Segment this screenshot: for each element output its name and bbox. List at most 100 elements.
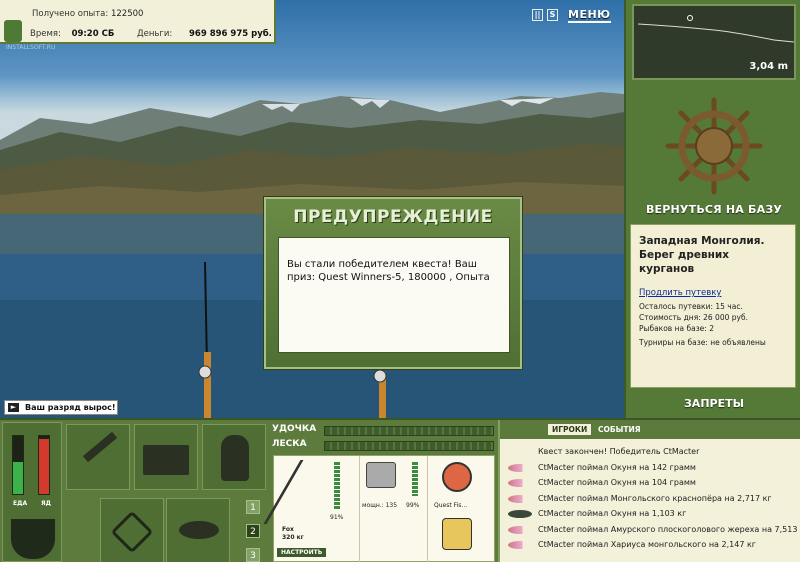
- money-label: Деньги:: [137, 29, 173, 39]
- event-text: CtMacter поймал Монгольского краснопёра …: [538, 493, 772, 503]
- fish-icon: [508, 541, 532, 549]
- bans-button[interactable]: ЗАПРЕТЫ: [626, 397, 800, 410]
- dialog-title: ПРЕДУПРЕЖДЕНИЕ: [293, 207, 493, 227]
- sound-icon[interactable]: S: [547, 9, 558, 21]
- day-cost: Стоимость дня: 26 000 руб.: [639, 313, 748, 322]
- line-slot[interactable]: Quest Fis...: [428, 456, 496, 562]
- lure-image[interactable]: [442, 518, 472, 550]
- poison-level: [39, 438, 49, 494]
- location-info: Западная Монголия. Берег древних кургано…: [630, 224, 796, 388]
- status-cell: ЕДА ЯД: [2, 422, 62, 562]
- experience-value: 122500: [110, 9, 144, 19]
- lock-icon[interactable]: [4, 20, 22, 42]
- experience-label: Получено опыта:: [32, 9, 109, 19]
- time-label: Время:: [30, 29, 61, 39]
- location-title: Западная Монголия. Берег древних кургано…: [639, 235, 765, 275]
- page-1-button[interactable]: 1: [246, 500, 260, 514]
- rank-up-label: Ваш разряд вырос!: [25, 403, 116, 412]
- tackle-box-icon: [143, 445, 189, 475]
- rod-tension: УДОЧКА: [272, 424, 494, 437]
- reel-slot[interactable]: мощн.: 135 99%: [360, 456, 428, 562]
- rod-line-status: УДОЧКА ЛЕСКА: [272, 424, 494, 454]
- event-text: CtMacter поймал Окуня на 1,103 кг: [538, 509, 687, 518]
- fish-icon: [508, 494, 532, 503]
- rod-condition-bar: [334, 462, 340, 510]
- game-screen: INSTALLSOFT.RU Получено опыта: 122500 Вр…: [0, 0, 800, 562]
- tab-players[interactable]: ИГРОКИ: [548, 424, 592, 435]
- fish-icon: [508, 510, 532, 518]
- fish-icon: [508, 525, 532, 534]
- fish-icon: [179, 521, 219, 539]
- fish-icon: [508, 479, 532, 487]
- arrow-right-icon: ►: [8, 403, 19, 412]
- tab-events[interactable]: СОБЫТИЯ: [598, 425, 641, 434]
- fork-knife-icon: [110, 510, 154, 554]
- depth-chart: 3,04 m: [632, 4, 796, 80]
- watermark: INSTALLSOFT.RU: [6, 44, 56, 51]
- event-line: Квест закончен! Победитель CtMacter: [500, 444, 800, 460]
- rod-slot[interactable]: 91% Fox 320 кг НАСТРОИТЬ: [263, 456, 360, 562]
- anglers-count: Рыбаков на базе: 2: [639, 324, 714, 333]
- fish-cell[interactable]: [166, 498, 230, 562]
- rod-name: Fox: [282, 526, 294, 533]
- rod-tool-cell[interactable]: [66, 424, 130, 490]
- dialog-message: Вы стали победителем квеста! Ваш приз: Q…: [278, 237, 510, 353]
- angler-cell[interactable]: [202, 424, 266, 490]
- cauldron-icon[interactable]: [11, 519, 55, 559]
- event-text: Квест закончен! Победитель CtMacter: [538, 447, 700, 456]
- setup-button[interactable]: НАСТРОИТЬ: [277, 548, 327, 557]
- tournaments: Турниры на базе: не объявлены: [639, 338, 766, 347]
- line-label: ЛЕСКА: [272, 439, 307, 449]
- line-tension-bar: [324, 441, 494, 451]
- reel-percent: 99%: [406, 502, 420, 509]
- experience-row: Получено опыта: 122500: [32, 9, 143, 19]
- fish-icon: [508, 463, 532, 472]
- event-text: CtMacter поймал Амурского плоскоголового…: [538, 524, 800, 534]
- rod-percent: 91%: [330, 514, 344, 521]
- page-2-button[interactable]: 2: [246, 524, 260, 538]
- extend-trip-link[interactable]: Продлить путевку: [639, 288, 787, 298]
- events-tabs: ИГРОКИ СОБЫТИЯ: [500, 420, 800, 439]
- top-icons: || S МЕНЮ: [532, 8, 611, 23]
- pause-icon[interactable]: ||: [532, 9, 543, 21]
- tackle-panel: 91% Fox 320 кг НАСТРОИТЬ мощн.: 135 99% …: [263, 455, 496, 562]
- event-list: Квест закончен! Победитель CtMacter CtMa…: [500, 444, 800, 553]
- angler-icon: [221, 435, 249, 481]
- time-money-row: Время: 09:20 СБ Деньги: 969 896 975 руб.: [30, 29, 276, 39]
- rank-up-banner[interactable]: ► Ваш разряд вырос!: [4, 400, 118, 415]
- rod-icon: [82, 431, 118, 463]
- time-value: 09:20 СБ: [71, 29, 115, 39]
- warning-dialog[interactable]: ПРЕДУПРЕЖДЕНИЕ Вы стали победителем квес…: [264, 197, 522, 369]
- menu-button[interactable]: МЕНЮ: [568, 8, 611, 23]
- food-gauge: [12, 435, 24, 495]
- right-panel: 3,04 m ВЕРНУТЬСЯ НА БАЗУ Западная Монгол…: [624, 0, 800, 420]
- rod-label: УДОЧКА: [272, 424, 317, 434]
- event-line: CtMacter поймал Окуня на 1,103 кг: [500, 506, 800, 522]
- depth-value: 3,04 m: [749, 61, 788, 72]
- rod-tension-bar: [324, 426, 494, 436]
- money-value: 969 896 975 руб.: [189, 29, 272, 39]
- ship-wheel-icon[interactable]: [664, 96, 764, 196]
- reel-condition-bar: [412, 462, 418, 496]
- tackle-box-cell[interactable]: [134, 424, 198, 490]
- page-3-button[interactable]: 3: [246, 548, 260, 562]
- line-spool-image: [442, 462, 472, 492]
- event-text: CtMacter поймал Окуня на 104 грамм: [538, 478, 696, 487]
- events-panel: ИГРОКИ СОБЫТИЯ Квест закончен! Победител…: [498, 420, 800, 562]
- rod-weight: 320 кг: [282, 534, 304, 541]
- event-line: CtMacter поймал Амурского плоскоголового…: [500, 522, 800, 538]
- food-cell[interactable]: [100, 498, 164, 562]
- reel-image: [366, 462, 396, 488]
- trip-left: Осталось путевки: 15 час.: [639, 302, 743, 311]
- poison-label: ЯД: [41, 500, 51, 507]
- poison-gauge: [38, 435, 50, 495]
- stats-panel: Получено опыта: 122500 Время: 09:20 СБ Д…: [0, 0, 276, 44]
- reel-power: мощн.: 135: [362, 502, 398, 509]
- event-text: CtMacter поймал Окуня на 142 грамм: [538, 462, 696, 472]
- line-tension: ЛЕСКА: [272, 439, 494, 452]
- food-label: ЕДА: [13, 500, 28, 507]
- line-name: Quest Fis...: [434, 502, 468, 509]
- event-text: CtMacter поймал Хариуса монгольского на …: [538, 540, 756, 549]
- return-to-base-button[interactable]: ВЕРНУТЬСЯ НА БАЗУ: [626, 203, 800, 216]
- event-line: CtMacter поймал Окуня на 142 грамм: [500, 460, 800, 476]
